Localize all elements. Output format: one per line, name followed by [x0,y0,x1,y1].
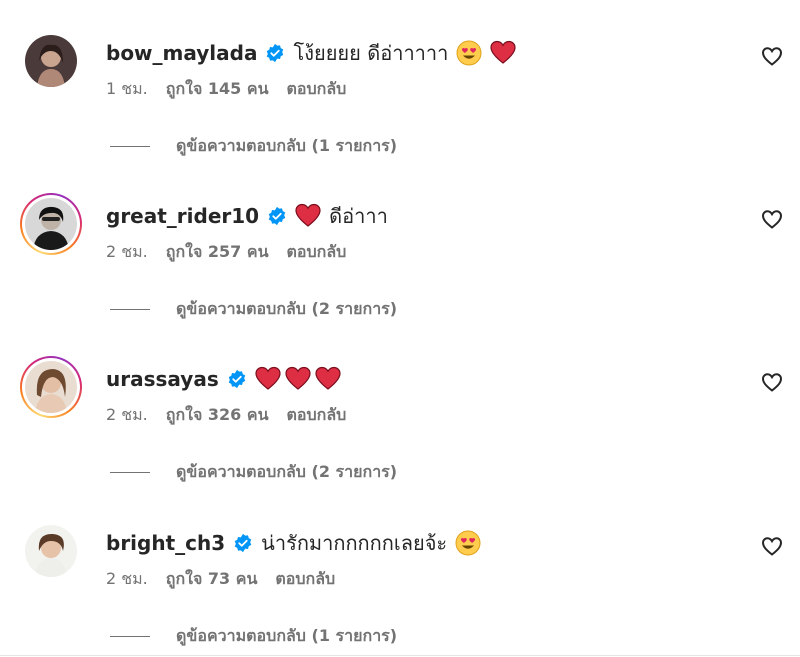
view-replies-label: ดูข้อความตอบกลับ (2 รายการ) [176,299,398,318]
avatar[interactable] [20,30,82,92]
comment-text: น่ารักมากกกกกเลยจ้ะ [261,531,448,555]
divider-dash [110,472,150,473]
username[interactable]: bright_ch3 [106,528,225,558]
verified-badge-icon [234,533,252,553]
comment-text: ดีอ่าาา [329,204,388,228]
heart-eyes-emoji [456,40,482,66]
reply-button[interactable]: ตอบกลับ [287,241,347,263]
avatar[interactable] [20,356,82,418]
username[interactable]: great_rider10 [106,201,259,231]
avatar-image [25,361,77,413]
username[interactable]: urassayas [106,364,219,394]
like-count[interactable]: ถูกใจ 326 คน [166,404,269,426]
comments-list: bow_maylada โง้ยยยย ดีอ่าาาาา 1 ชม. ถูกใ… [0,0,800,657]
comment-time[interactable]: 1 ชม. [106,78,148,100]
comment-item: bow_maylada โง้ยยยย ดีอ่าาาาา 1 ชม. ถูกใ… [0,30,800,193]
comment-item: bright_ch3 น่ารักมากกกกกเลยจ้ะ 2 ชม. ถูก… [0,520,800,657]
divider-dash [110,309,150,310]
red-heart-emoji [315,366,341,390]
comment-time[interactable]: 2 ชม. [106,241,148,263]
view-replies-button[interactable]: ดูข้อความตอบกลับ (2 รายการ) [110,460,397,485]
verified-badge-icon [228,369,245,389]
comment-item: urassayas 2 ชม. ถูกใจ 326 คน ตอบกลับ ดูข… [0,356,800,519]
comment-item: great_rider10 ดีอ่าาา 2 ชม. ถูกใจ 257 คน… [0,193,800,356]
heart-outline-icon[interactable] [760,44,784,68]
avatar-image [25,198,77,250]
emoji-group [255,366,341,392]
bottom-divider [0,655,800,656]
heart-outline-icon[interactable] [760,534,784,558]
red-heart-emoji [295,203,321,227]
verified-badge-icon [267,43,284,63]
avatar[interactable] [20,193,82,255]
view-replies-label: ดูข้อความตอบกลับ (1 รายการ) [176,626,398,645]
reply-button[interactable]: ตอบกลับ [287,404,347,426]
view-replies-label: ดูข้อความตอบกลับ (1 รายการ) [176,136,398,155]
comment-text: โง้ยยยย ดีอ่าาาาา [293,41,449,65]
like-count[interactable]: ถูกใจ 73 คน [166,568,258,590]
reply-button[interactable]: ตอบกลับ [275,568,335,590]
comment-time[interactable]: 2 ชม. [106,568,148,590]
red-heart-emoji [490,40,516,64]
heart-eyes-emoji [455,530,481,556]
view-replies-button[interactable]: ดูข้อความตอบกลับ (2 รายการ) [110,297,397,322]
heart-outline-icon[interactable] [760,207,784,231]
heart-outline-icon[interactable] [760,370,784,394]
reply-button[interactable]: ตอบกลับ [287,78,347,100]
view-replies-button[interactable]: ดูข้อความตอบกลับ (1 รายการ) [110,624,397,649]
divider-dash [110,636,150,637]
red-heart-emoji [255,366,281,390]
view-replies-label: ดูข้อความตอบกลับ (2 รายการ) [176,462,398,481]
like-count[interactable]: ถูกใจ 145 คน [166,78,269,100]
avatar-image [25,525,77,577]
like-count[interactable]: ถูกใจ 257 คน [166,241,269,263]
red-heart-emoji [285,366,311,390]
avatar-image [25,35,77,87]
divider-dash [110,146,150,147]
username[interactable]: bow_maylada [106,38,257,68]
verified-badge-icon [268,206,286,226]
avatar[interactable] [20,520,82,582]
comment-time[interactable]: 2 ชม. [106,404,148,426]
view-replies-button[interactable]: ดูข้อความตอบกลับ (1 รายการ) [110,134,397,159]
